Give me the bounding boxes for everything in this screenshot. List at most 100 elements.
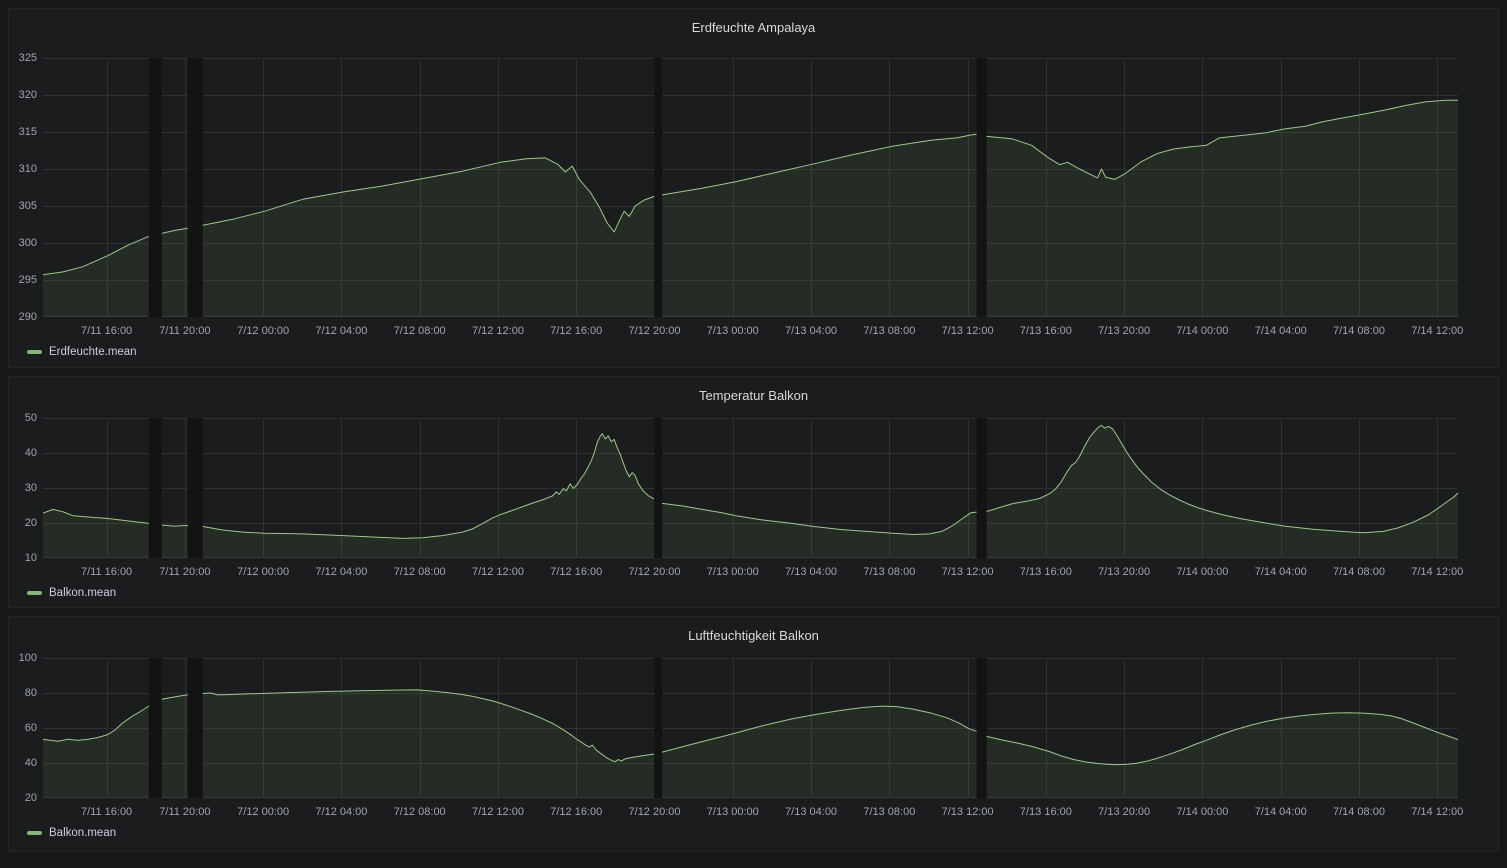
y-tick-label: 40 xyxy=(24,447,37,459)
x-tick-label: 7/12 12:00 xyxy=(471,325,524,337)
x-tick-label: 7/13 04:00 xyxy=(785,566,838,578)
x-tick-label: 7/12 12:00 xyxy=(471,806,524,818)
data-gap-band xyxy=(976,418,987,558)
y-tick-label: 40 xyxy=(24,757,37,769)
y-tick-label: 80 xyxy=(24,687,37,699)
x-tick-label: 7/13 00:00 xyxy=(706,806,759,818)
x-tick-label: 7/11 20:00 xyxy=(159,806,211,818)
time-series-plot[interactable] xyxy=(43,418,1458,558)
x-tick-label: 7/13 12:00 xyxy=(941,806,994,818)
y-tick-label: 310 xyxy=(18,163,37,175)
y-tick-label: 325 xyxy=(18,52,37,64)
legend-item-erdfeuchte-mean[interactable]: Erdfeuchte.mean xyxy=(27,345,137,359)
x-tick-label: 7/12 16:00 xyxy=(550,806,603,818)
x-tick-label: 7/14 00:00 xyxy=(1176,566,1229,578)
panel-luftfeuchtigkeit-balkon: Luftfeuchtigkeit Balkon Balkon.mean 100 8… xyxy=(8,616,1499,852)
x-tick-label: 7/13 16:00 xyxy=(1019,566,1072,578)
data-gap-band xyxy=(654,418,663,558)
data-gap-band xyxy=(654,58,663,317)
data-gap-band xyxy=(187,58,203,317)
legend-label: Balkon.mean xyxy=(49,587,117,599)
data-gap-band xyxy=(187,658,203,798)
data-gap-band xyxy=(976,58,987,317)
x-tick-label: 7/12 20:00 xyxy=(628,325,681,337)
y-tick-label: 300 xyxy=(18,237,37,249)
x-tick-label: 7/11 16:00 xyxy=(81,806,133,818)
panel-title[interactable]: Erdfeuchte Ampalaya xyxy=(9,9,1498,39)
legend: Erdfeuchte.mean xyxy=(27,345,137,359)
x-tick-label: 7/11 20:00 xyxy=(159,325,211,337)
x-tick-label: 7/13 12:00 xyxy=(941,325,994,337)
data-gap-band xyxy=(654,658,663,798)
series-balkon-mean xyxy=(43,689,1458,798)
data-gap-band xyxy=(148,418,162,558)
chart-region: Balkon.mean 100 80 60 40 20 7/11 16:00 7/11 20… xyxy=(19,652,1464,851)
grafana-dashboard: Erdfeuchte Ampalaya Erdfeuchte.mean 325 3… xyxy=(0,0,1507,868)
x-tick-label: 7/13 16:00 xyxy=(1019,325,1072,337)
x-tick-label: 7/14 08:00 xyxy=(1332,325,1385,337)
x-tick-label: 7/12 16:00 xyxy=(550,566,603,578)
x-tick-label: 7/13 00:00 xyxy=(706,325,759,337)
x-tick-label: 7/14 04:00 xyxy=(1254,566,1307,578)
y-tick-label: 290 xyxy=(18,311,37,323)
x-tick-label: 7/11 16:00 xyxy=(81,325,133,337)
legend-item-balkon-mean[interactable]: Balkon.mean xyxy=(27,826,116,840)
panel-title[interactable]: Luftfeuchtigkeit Balkon xyxy=(9,617,1498,647)
chart-region: Erdfeuchte.mean 325 320 315 310 305 300 295 290… xyxy=(19,52,1464,367)
x-tick-label: 7/12 20:00 xyxy=(628,806,681,818)
x-tick-label: 7/11 16:00 xyxy=(81,566,133,578)
time-series-plot[interactable] xyxy=(43,658,1458,798)
y-tick-label: 315 xyxy=(18,126,37,138)
series-color-icon xyxy=(27,831,42,835)
x-tick-label: 7/12 12:00 xyxy=(471,566,524,578)
data-gap-band xyxy=(187,418,203,558)
x-tick-label: 7/12 08:00 xyxy=(393,566,446,578)
x-tick-label: 7/11 20:00 xyxy=(159,566,211,578)
x-tick-label: 7/12 16:00 xyxy=(550,325,603,337)
x-tick-label: 7/12 00:00 xyxy=(237,806,290,818)
x-tick-label: 7/14 00:00 xyxy=(1176,325,1229,337)
x-tick-label: 7/13 08:00 xyxy=(863,566,916,578)
x-tick-label: 7/13 20:00 xyxy=(1098,325,1151,337)
y-tick-label: 20 xyxy=(24,792,37,804)
legend-label: Erdfeuchte.mean xyxy=(49,346,137,358)
x-tick-label: 7/12 04:00 xyxy=(315,325,368,337)
x-tick-label: 7/13 04:00 xyxy=(785,806,838,818)
x-tick-label: 7/14 04:00 xyxy=(1254,806,1307,818)
x-tick-label: 7/12 20:00 xyxy=(628,566,681,578)
data-gap-band xyxy=(148,58,162,317)
x-tick-label: 7/13 00:00 xyxy=(706,566,759,578)
chart-region: Balkon.mean 50 40 30 20 10 7/11 16:00 7/11 20:… xyxy=(25,412,1464,607)
x-tick-label: 7/13 08:00 xyxy=(863,325,916,337)
x-tick-label: 7/14 00:00 xyxy=(1176,806,1229,818)
data-gap-band xyxy=(976,658,987,798)
y-tick-label: 50 xyxy=(24,412,37,424)
x-tick-label: 7/14 08:00 xyxy=(1332,566,1385,578)
x-tick-label: 7/13 08:00 xyxy=(863,806,916,818)
x-tick-label: 7/12 04:00 xyxy=(315,566,368,578)
legend-item-balkon-mean[interactable]: Balkon.mean xyxy=(27,586,116,600)
data-gap-band xyxy=(148,658,162,798)
x-tick-label: 7/14 04:00 xyxy=(1254,325,1307,337)
legend: Balkon.mean xyxy=(27,586,116,600)
legend: Balkon.mean xyxy=(27,826,116,840)
y-tick-label: 320 xyxy=(18,89,37,101)
x-tick-label: 7/13 16:00 xyxy=(1019,806,1072,818)
panel-erdfeuchte-ampalaya: Erdfeuchte Ampalaya Erdfeuchte.mean 325 3… xyxy=(8,8,1499,368)
x-tick-label: 7/13 20:00 xyxy=(1098,566,1151,578)
x-tick-label: 7/14 08:00 xyxy=(1332,806,1385,818)
x-tick-label: 7/13 04:00 xyxy=(785,325,838,337)
time-series-plot[interactable] xyxy=(43,58,1458,317)
y-tick-label: 60 xyxy=(24,722,37,734)
x-tick-label: 7/12 08:00 xyxy=(393,806,446,818)
x-tick-label: 7/13 20:00 xyxy=(1098,806,1151,818)
x-tick-label: 7/14 12:00 xyxy=(1411,806,1464,818)
y-tick-label: 20 xyxy=(24,517,37,529)
legend-label: Balkon.mean xyxy=(49,827,117,839)
panel-title[interactable]: Temperatur Balkon xyxy=(9,377,1498,407)
x-tick-label: 7/14 12:00 xyxy=(1411,566,1464,578)
x-tick-label: 7/12 04:00 xyxy=(315,806,368,818)
x-tick-label: 7/12 00:00 xyxy=(237,325,290,337)
y-tick-label: 100 xyxy=(18,652,37,664)
x-tick-label: 7/14 12:00 xyxy=(1411,325,1464,337)
